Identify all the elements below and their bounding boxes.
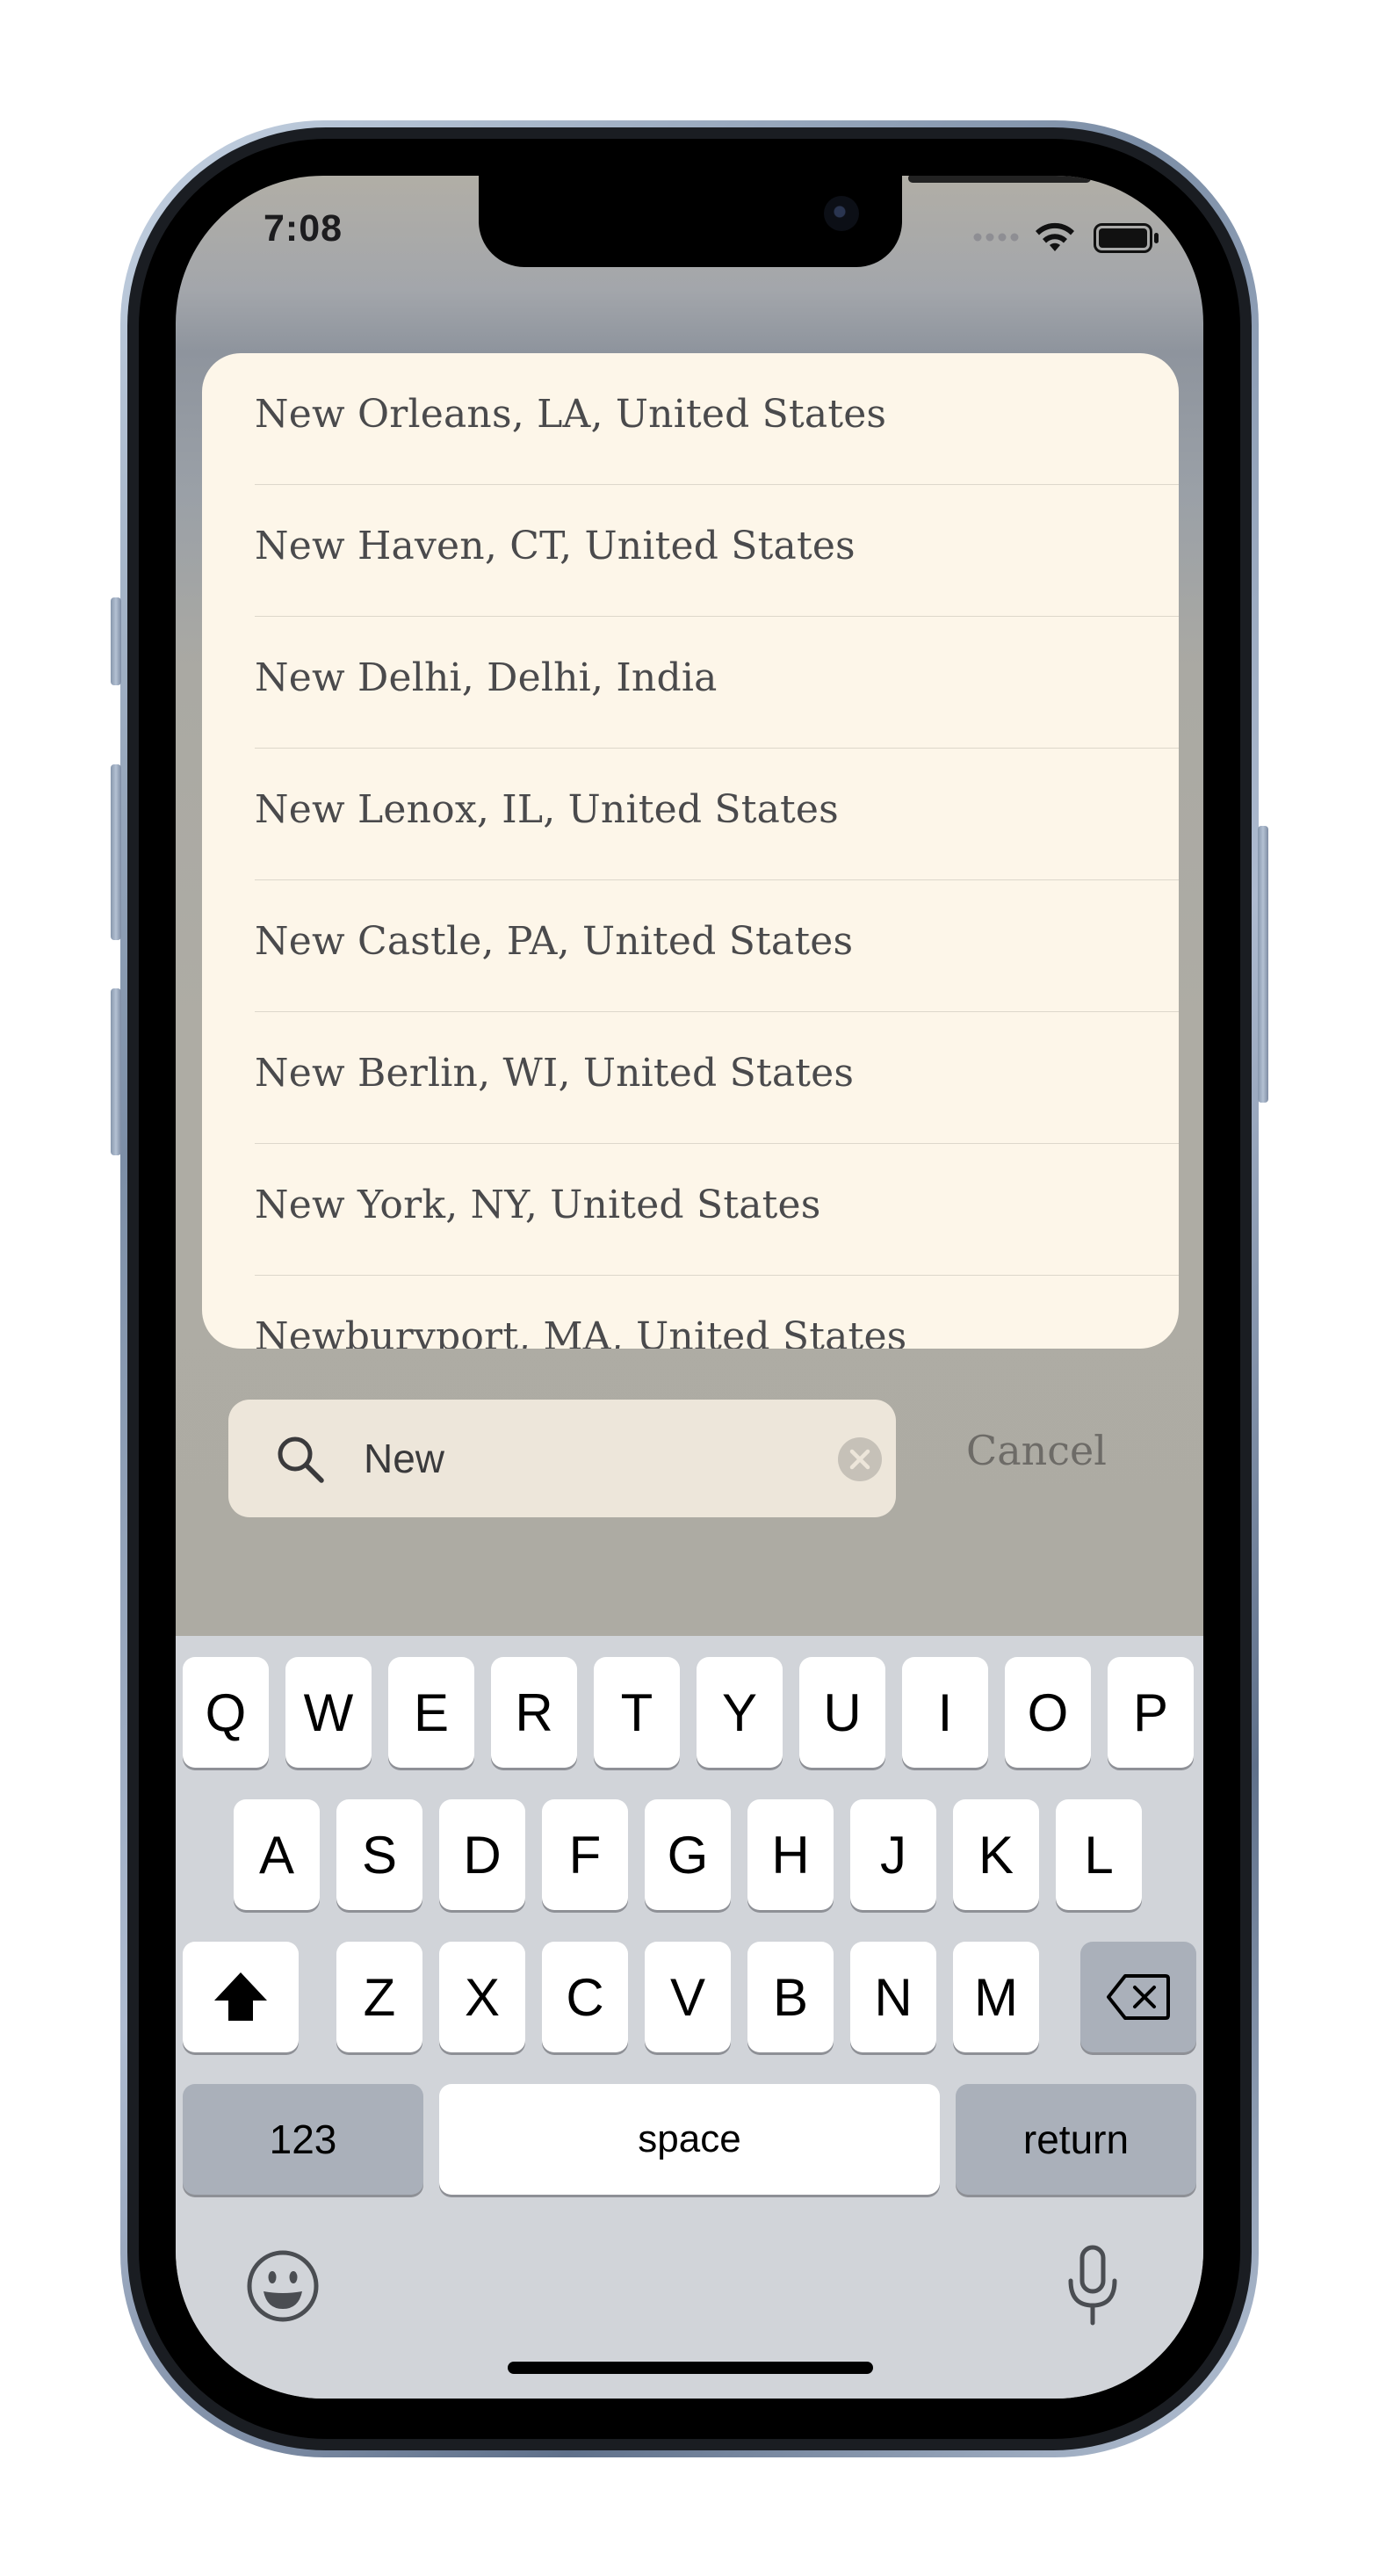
space-key-label: space	[638, 2117, 741, 2160]
silent-switch	[111, 597, 121, 685]
result-label: New York, NY, United States	[255, 1183, 821, 1227]
result-item[interactable]: New Lenox, IL, United States	[255, 749, 1179, 880]
clear-icon[interactable]	[837, 1436, 883, 1482]
result-label: New Castle, PA, United States	[255, 919, 854, 964]
microphone-icon[interactable]	[1062, 2242, 1123, 2330]
key-p[interactable]: P	[1108, 1657, 1194, 1768]
shift-icon	[214, 1972, 267, 2021]
emoji-icon[interactable]	[246, 2249, 320, 2323]
return-key-label: return	[1022, 2117, 1130, 2162]
shift-key[interactable]	[183, 1942, 299, 2052]
speaker-grille	[908, 176, 1091, 183]
key-n[interactable]: N	[850, 1942, 936, 2052]
key-z[interactable]: Z	[336, 1942, 422, 2052]
key-o[interactable]: O	[1005, 1657, 1091, 1768]
result-label: Newburyport, MA, United States	[255, 1314, 907, 1349]
delete-icon	[1107, 1974, 1170, 2020]
device-mockup: 7:08 New Orleans, LA, United States New …	[0, 0, 1379, 2576]
keyboard: Q W E R T Y U I O P A S D F G H J K L Z …	[176, 1636, 1203, 2399]
result-item[interactable]: New Haven, CT, United States	[255, 485, 1179, 617]
search-input[interactable]: New	[228, 1400, 896, 1517]
status-time: 7:08	[264, 207, 343, 250]
key-i[interactable]: I	[902, 1657, 988, 1768]
result-label: New Orleans, LA, United States	[255, 392, 887, 437]
key-y[interactable]: Y	[697, 1657, 783, 1768]
screen: 7:08 New Orleans, LA, United States New …	[176, 176, 1203, 2399]
key-l[interactable]: L	[1056, 1799, 1142, 1910]
space-key[interactable]: space	[439, 2084, 940, 2195]
result-label: New Haven, CT, United States	[255, 524, 856, 568]
numbers-key-label: 123	[269, 2117, 337, 2162]
key-r[interactable]: R	[491, 1657, 577, 1768]
status-icons	[973, 222, 1159, 253]
result-label: New Lenox, IL, United States	[255, 787, 839, 832]
key-d[interactable]: D	[439, 1799, 525, 1910]
key-h[interactable]: H	[747, 1799, 834, 1910]
key-f[interactable]: F	[542, 1799, 628, 1910]
key-k[interactable]: K	[953, 1799, 1039, 1910]
result-item[interactable]: Newburyport, MA, United States	[255, 1276, 1179, 1349]
key-c[interactable]: C	[542, 1942, 628, 2052]
key-v[interactable]: V	[645, 1942, 731, 2052]
search-icon	[278, 1436, 324, 1483]
key-g[interactable]: G	[645, 1799, 731, 1910]
key-j[interactable]: J	[850, 1799, 936, 1910]
search-results-list: New Orleans, LA, United States New Haven…	[202, 353, 1179, 1349]
power-button	[1258, 826, 1268, 1103]
result-item[interactable]: New Orleans, LA, United States	[255, 353, 1179, 485]
key-w[interactable]: W	[285, 1657, 372, 1768]
key-q[interactable]: Q	[183, 1657, 269, 1768]
key-a[interactable]: A	[234, 1799, 320, 1910]
result-label: New Berlin, WI, United States	[255, 1051, 855, 1096]
volume-up-button	[111, 764, 121, 940]
home-indicator[interactable]	[508, 2362, 873, 2374]
result-item[interactable]: New York, NY, United States	[255, 1144, 1179, 1276]
return-key[interactable]: return	[956, 2084, 1196, 2195]
key-x[interactable]: X	[439, 1942, 525, 2052]
key-e[interactable]: E	[388, 1657, 474, 1768]
key-u[interactable]: U	[799, 1657, 885, 1768]
signal-icon	[973, 233, 1019, 242]
battery-icon	[1094, 223, 1159, 253]
result-item[interactable]: New Castle, PA, United States	[255, 880, 1179, 1012]
wifi-icon	[1036, 222, 1074, 251]
volume-down-button	[111, 988, 121, 1155]
camera-icon	[824, 196, 859, 231]
key-s[interactable]: S	[336, 1799, 422, 1910]
search-value: New	[364, 1436, 445, 1481]
notch	[479, 176, 1091, 267]
result-item[interactable]: New Delhi, Delhi, India	[255, 617, 1179, 749]
key-t[interactable]: T	[594, 1657, 680, 1768]
numbers-key[interactable]: 123	[183, 2084, 423, 2195]
result-item[interactable]: New Berlin, WI, United States	[255, 1012, 1179, 1144]
key-b[interactable]: B	[747, 1942, 834, 2052]
result-label: New Delhi, Delhi, India	[255, 655, 718, 700]
cancel-button[interactable]: Cancel	[966, 1427, 1107, 1474]
delete-key[interactable]	[1080, 1942, 1196, 2052]
key-m[interactable]: M	[953, 1942, 1039, 2052]
